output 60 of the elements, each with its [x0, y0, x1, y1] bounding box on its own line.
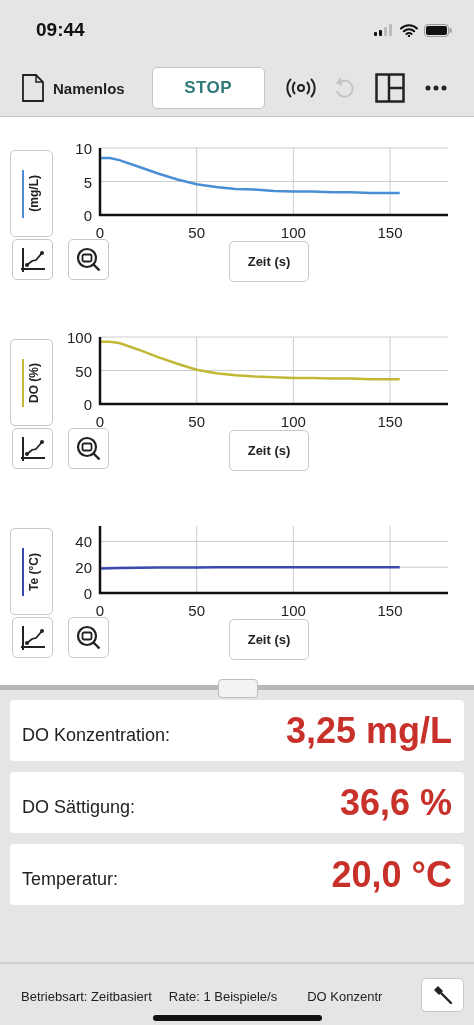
- graph-style-button[interactable]: [12, 617, 53, 658]
- battery-icon: [424, 23, 452, 37]
- tick-label: 100: [66, 329, 92, 346]
- rate-text: Rate: 1 Beispiele/s: [168, 988, 278, 1004]
- wifi-icon: [400, 23, 418, 37]
- meter-value: 20,0 °C: [331, 853, 452, 896]
- tick-label: 0: [95, 413, 105, 429]
- tick-label: 50: [75, 362, 92, 380]
- tick-label: 50: [188, 602, 205, 618]
- tick-label: 0: [95, 224, 105, 240]
- tick-label: 50: [188, 224, 205, 240]
- layout-icon[interactable]: [374, 73, 405, 103]
- zoom-button[interactable]: [68, 617, 109, 658]
- zoom-button[interactable]: [68, 239, 109, 280]
- tick-label: 5: [83, 173, 92, 191]
- zoom-icon: [75, 435, 102, 462]
- tick-label: 150: [377, 602, 403, 618]
- x-axis-button[interactable]: Zeit (s): [229, 241, 309, 282]
- signal-icon: [374, 24, 394, 36]
- zoom-button[interactable]: [68, 428, 109, 469]
- tick-label: 100: [280, 224, 306, 240]
- line-graph-icon: [19, 246, 46, 273]
- more-icon[interactable]: [424, 85, 447, 91]
- x-axis-button[interactable]: Zeit (s): [229, 619, 309, 660]
- meter-label: DO Sättigung:: [22, 797, 136, 818]
- tick-label: 10: [75, 140, 92, 157]
- broadcast-icon[interactable]: [284, 78, 317, 98]
- tick-label: 0: [83, 207, 92, 224]
- graph-style-button[interactable]: [12, 428, 53, 469]
- tick-label: 150: [377, 413, 403, 429]
- y-axis-button[interactable]: Te (°C): [10, 528, 53, 615]
- tick-label: 100: [280, 413, 306, 429]
- line-graph-icon: [19, 435, 46, 462]
- tick-label: 0: [83, 585, 92, 602]
- graph-style-button[interactable]: [12, 239, 53, 280]
- meter-value: 3,25 mg/L: [285, 709, 452, 752]
- y-axis-button[interactable]: DO (%): [10, 339, 53, 426]
- tick-label: 150: [377, 224, 403, 240]
- tick-label: 0: [95, 602, 105, 618]
- tick-label: 100: [280, 602, 306, 618]
- file-name[interactable]: Namenlos: [53, 79, 125, 97]
- resize-handle[interactable]: [218, 679, 258, 698]
- x-axis-button[interactable]: Zeit (s): [229, 430, 309, 471]
- clock-time: 09:44: [36, 19, 85, 41]
- mode-text: Betriebsart: Zeitbasiert: [21, 988, 152, 1004]
- tick-label: 40: [75, 533, 92, 551]
- zoom-icon: [75, 246, 102, 273]
- stop-button[interactable]: STOP: [151, 67, 265, 109]
- document-icon[interactable]: [22, 74, 44, 102]
- tools-button[interactable]: [421, 977, 464, 1012]
- tick-label: 20: [75, 559, 92, 577]
- y-axis-button[interactable]: (mg/L): [10, 150, 53, 237]
- tick-label: 50: [188, 413, 205, 429]
- sensor-text: DO Konzentr: [307, 988, 383, 1004]
- meter-label: Temperatur:: [22, 869, 119, 890]
- zoom-icon: [75, 624, 102, 651]
- tick-label: 0: [83, 396, 92, 413]
- meter-value: 36,6 %: [339, 781, 452, 824]
- meter-label: DO Konzentration:: [22, 725, 171, 746]
- line-graph-icon: [19, 624, 46, 651]
